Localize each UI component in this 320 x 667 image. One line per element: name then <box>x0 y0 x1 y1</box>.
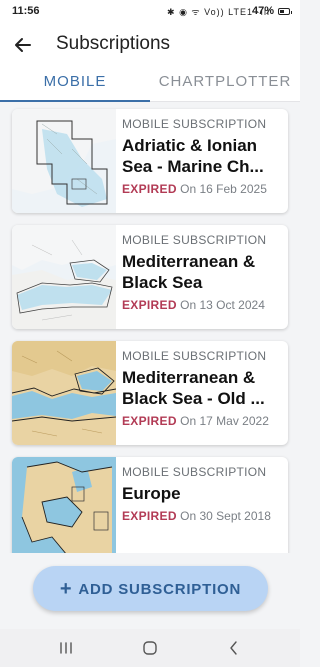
subscription-card[interactable]: MOBILE SUBSCRIPTION Mediterranean & Blac… <box>12 225 288 329</box>
battery-icon <box>278 8 292 15</box>
active-tab-indicator <box>0 99 150 102</box>
subscription-status: EXPIRED On 30 Sept 2018 <box>122 509 284 523</box>
add-subscription-label: ADD SUBSCRIPTION <box>78 581 242 598</box>
subscription-list: MOBILE SUBSCRIPTION Adriatic & Ionian Se… <box>0 103 300 553</box>
system-nav-bar <box>0 629 300 667</box>
bottom-action-area: + ADD SUBSCRIPTION <box>0 553 300 629</box>
home-icon <box>143 641 157 655</box>
expiry-date: On 17 Mav 2022 <box>180 414 269 428</box>
subscription-card[interactable]: MOBILE SUBSCRIPTION Europe EXPIRED On 30… <box>12 457 288 553</box>
subscription-title: Adriatic & Ionian Sea - Marine Ch... <box>122 136 264 176</box>
home-button[interactable] <box>139 637 161 659</box>
page-title: Subscriptions <box>56 33 171 54</box>
subscription-title: Europe <box>122 484 181 503</box>
expired-badge: EXPIRED <box>122 414 177 428</box>
chart-thumbnail <box>12 341 116 445</box>
recents-icon <box>60 642 72 654</box>
tab-chartplotter[interactable]: CHARTPLOTTER <box>150 66 300 102</box>
subscription-title: Mediterranean & Black Sea - Old ... <box>122 368 265 408</box>
subscription-status: EXPIRED On 13 Oct 2024 <box>122 298 284 312</box>
expiry-date: On 13 Oct 2024 <box>180 298 265 312</box>
expiry-date: On 30 Sept 2018 <box>180 509 271 523</box>
app-bar: Subscriptions <box>0 24 300 66</box>
subscription-status: EXPIRED On 16 Feb 2025 <box>122 182 284 196</box>
expired-badge: EXPIRED <box>122 182 177 196</box>
status-bar: 11:56 ✱ ◉ ᯤ Vo)) LTE1 ·ıll 47% <box>0 0 300 24</box>
nav-back-icon <box>230 641 237 655</box>
subscription-title: Mediterranean & Black Sea <box>122 252 256 292</box>
subscription-type: MOBILE SUBSCRIPTION <box>122 117 267 131</box>
tab-bar: MOBILE CHARTPLOTTER <box>0 66 300 102</box>
battery-percent: 47% <box>251 5 274 17</box>
expired-badge: EXPIRED <box>122 298 177 312</box>
arrow-left-icon <box>15 38 31 52</box>
add-subscription-button[interactable]: + ADD SUBSCRIPTION <box>33 566 268 611</box>
chart-thumbnail <box>12 457 116 553</box>
subscription-status: EXPIRED On 17 Mav 2022 <box>122 414 284 428</box>
subscription-type: MOBILE SUBSCRIPTION <box>122 465 267 479</box>
subscription-type: MOBILE SUBSCRIPTION <box>122 349 267 363</box>
tab-mobile[interactable]: MOBILE <box>0 66 150 102</box>
subscription-card[interactable]: MOBILE SUBSCRIPTION Adriatic & Ionian Se… <box>12 109 288 213</box>
subscription-card[interactable]: MOBILE SUBSCRIPTION Mediterranean & Blac… <box>12 341 288 445</box>
expiry-date: On 16 Feb 2025 <box>180 182 267 196</box>
subscription-type: MOBILE SUBSCRIPTION <box>122 233 267 247</box>
status-time: 11:56 <box>12 5 40 17</box>
chart-thumbnail <box>12 109 116 213</box>
system-back-button[interactable] <box>223 637 245 659</box>
expired-badge: EXPIRED <box>122 509 177 523</box>
recents-button[interactable] <box>55 637 77 659</box>
plus-icon: + <box>59 578 73 600</box>
chart-thumbnail <box>12 225 116 329</box>
back-button[interactable] <box>10 32 36 58</box>
